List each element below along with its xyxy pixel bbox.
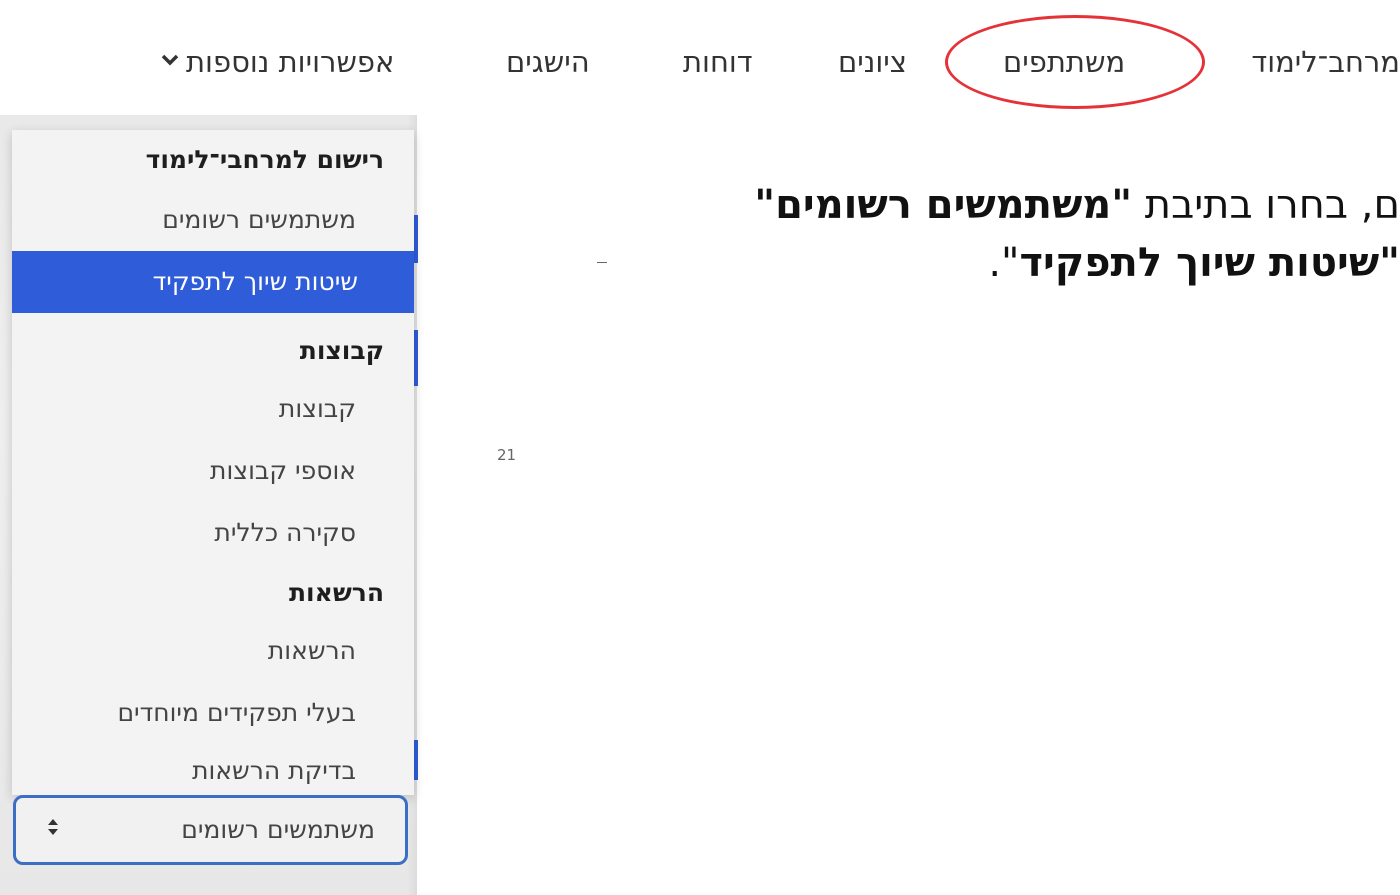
dropdown-option-check-permissions[interactable]: בדיקת הרשאות — [12, 751, 356, 791]
dropdown-option-permissions[interactable]: הרשאות — [12, 631, 356, 671]
nav-badges[interactable]: הישגים — [506, 40, 590, 84]
small-dash-mark — [597, 262, 607, 263]
select-value: משתמשים רשומים — [181, 815, 375, 844]
dropdown-option-other-users[interactable]: בעלי תפקידים מיוחדים — [12, 693, 356, 733]
dropdown-option-enrolment-methods[interactable]: שיטות שיוך לתפקיד — [12, 251, 414, 313]
updown-arrows-icon — [46, 798, 60, 862]
instruction-text: ם, בחרו בתיבת "משתמשים רשומים" "שיטות שי… — [480, 176, 1400, 292]
dropdown-group-enrolment: רישום למרחבי־לימוד — [145, 145, 384, 174]
background-edge-mark — [414, 215, 418, 263]
dropdown-group-permissions: הרשאות — [288, 578, 384, 607]
nav-more-options[interactable]: אפשרויות נוספות — [160, 40, 394, 84]
background-edge-mark — [414, 740, 418, 780]
nav-reports[interactable]: דוחות — [683, 40, 753, 84]
dropdown-option-registered-users[interactable]: משתמשים רשומים — [12, 200, 356, 240]
page-number: 21 — [497, 446, 517, 464]
instruction-line-1: ם, בחרו בתיבת "משתמשים רשומים" — [480, 176, 1400, 234]
instruction-line-1-prefix: ם, בחרו בתיבת — [1132, 182, 1400, 228]
nav-grades[interactable]: ציונים — [838, 40, 907, 84]
participants-dropdown-list: רישום למרחבי־לימוד משתמשים רשומים שיטות … — [12, 130, 414, 795]
nav-course[interactable]: מרחב־לימוד — [1251, 40, 1400, 84]
instruction-line-1-bold: "משתמשים רשומים" — [754, 182, 1133, 228]
dropdown-option-groups[interactable]: קבוצות — [12, 389, 356, 429]
dropdown-group-groups: קבוצות — [299, 336, 384, 365]
nav-participants[interactable]: משתתפים — [1003, 40, 1125, 84]
participants-select[interactable]: משתמשים רשומים — [13, 795, 408, 865]
dropdown-option-groupings[interactable]: אוספי קבוצות — [12, 451, 356, 491]
more-options-label: אפשרויות נוספות — [186, 45, 395, 79]
dropdown-option-overview[interactable]: סקירה כללית — [12, 513, 356, 553]
chevron-down-icon — [160, 38, 180, 82]
instruction-line-2-suffix: ". — [988, 240, 1020, 286]
instruction-line-2: "שיטות שיוך לתפקיד". — [480, 234, 1400, 292]
instruction-line-2-bold: "שיטות שיוך לתפקיד — [1019, 240, 1400, 286]
background-edge-mark — [414, 330, 418, 386]
